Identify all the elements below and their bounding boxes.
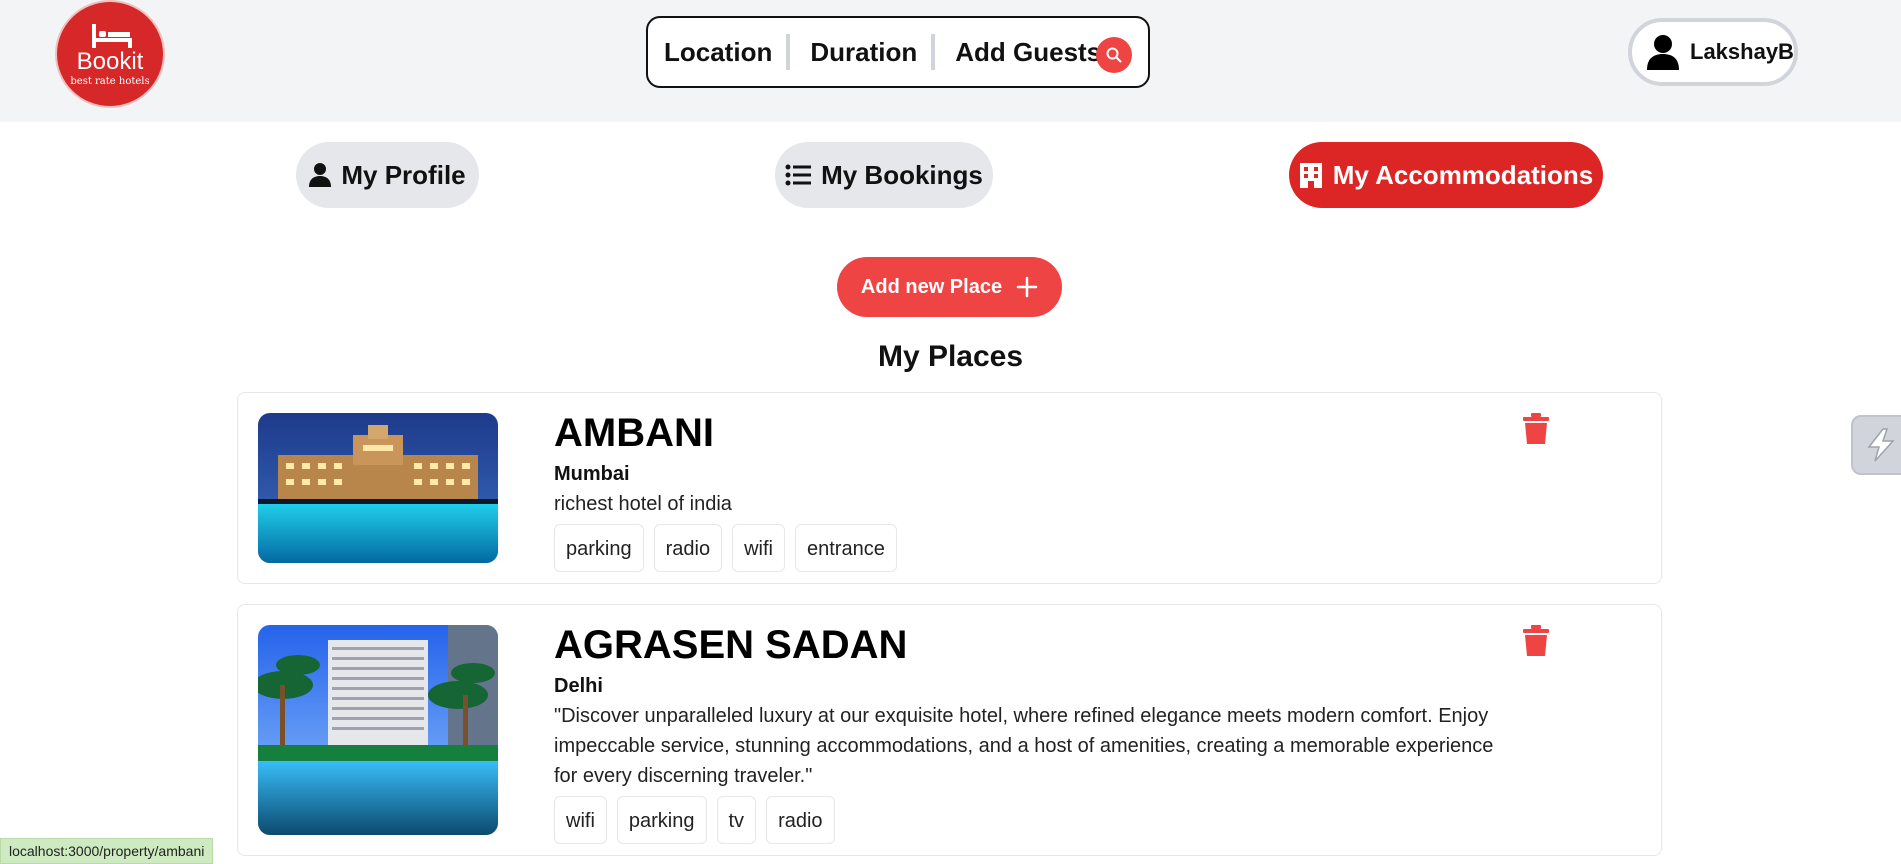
tab-my-profile[interactable]: My Profile (296, 142, 479, 208)
place-card-ambani[interactable]: AMBANI Mumbai richest hotel of india par… (237, 392, 1662, 584)
bed-icon (92, 24, 132, 48)
search-divider (931, 34, 936, 70)
perk-chip: wifi (554, 796, 607, 844)
tab-label: My Bookings (821, 159, 983, 190)
lightning-icon (1867, 428, 1895, 462)
place-card-agrasen-sadan[interactable]: AGRASEN SADAN Delhi "Discover unparallel… (237, 604, 1662, 856)
section-title: My Places (877, 340, 1024, 373)
search-bar[interactable]: Location Duration Add Guests (646, 16, 1150, 88)
search-icon (1106, 47, 1122, 63)
tab-label: My Profile (341, 159, 466, 190)
perk-chip: entrance (794, 524, 897, 572)
user-menu-button[interactable]: LakshayB (1628, 18, 1798, 86)
place-description: richest hotel of india (554, 493, 732, 515)
perk-chip: parking (616, 796, 707, 844)
place-description: "Discover unparalleled luxury at our exq… (554, 705, 1494, 787)
place-photo (258, 413, 498, 563)
place-title: AMBANI (554, 411, 714, 455)
user-name: LakshayB (1690, 39, 1794, 64)
list-icon (785, 164, 812, 186)
place-city: Delhi (554, 675, 603, 697)
place-photo (258, 625, 498, 835)
place-perks: parking radio wifi entrance (554, 524, 897, 572)
brand-tagline: best rate hotels (70, 76, 150, 87)
user-icon (309, 163, 332, 187)
brand-name: Bookit (76, 48, 144, 75)
tab-my-accommodations[interactable]: My Accommodations (1289, 142, 1603, 208)
user-icon (1647, 35, 1679, 70)
perk-chip: tv (716, 796, 757, 844)
add-new-place-button[interactable]: Add new Place (837, 257, 1062, 317)
place-city: Mumbai (554, 463, 630, 485)
search-button[interactable] (1096, 37, 1132, 73)
bookit-logo[interactable]: Bookit best rate hotels (55, 0, 165, 108)
building-icon (1299, 163, 1322, 188)
status-bar-url: localhost:3000/property/ambani (0, 838, 214, 864)
search-divider (786, 34, 791, 70)
search-duration[interactable]: Duration (810, 37, 931, 68)
add-new-place-label: Add new Place (860, 275, 1003, 298)
perk-chip: radio (766, 796, 835, 844)
tab-my-bookings[interactable]: My Bookings (775, 142, 993, 208)
trash-icon[interactable] (1522, 625, 1550, 657)
perk-chip: radio (653, 524, 723, 572)
place-perks: wifi parking tv radio (554, 796, 835, 844)
trash-icon[interactable] (1522, 413, 1550, 445)
search-guests[interactable]: Add Guests (955, 37, 1115, 68)
top-header: Bookit best rate hotels Location Duratio… (0, 0, 1901, 122)
plus-icon (1016, 276, 1038, 298)
extension-widget[interactable] (1851, 415, 1901, 475)
tab-label: My Accommodations (1332, 159, 1594, 190)
perk-chip: wifi (732, 524, 785, 572)
search-location[interactable]: Location (664, 37, 786, 68)
perk-chip: parking (554, 524, 644, 572)
place-title: AGRASEN SADAN (554, 623, 908, 667)
